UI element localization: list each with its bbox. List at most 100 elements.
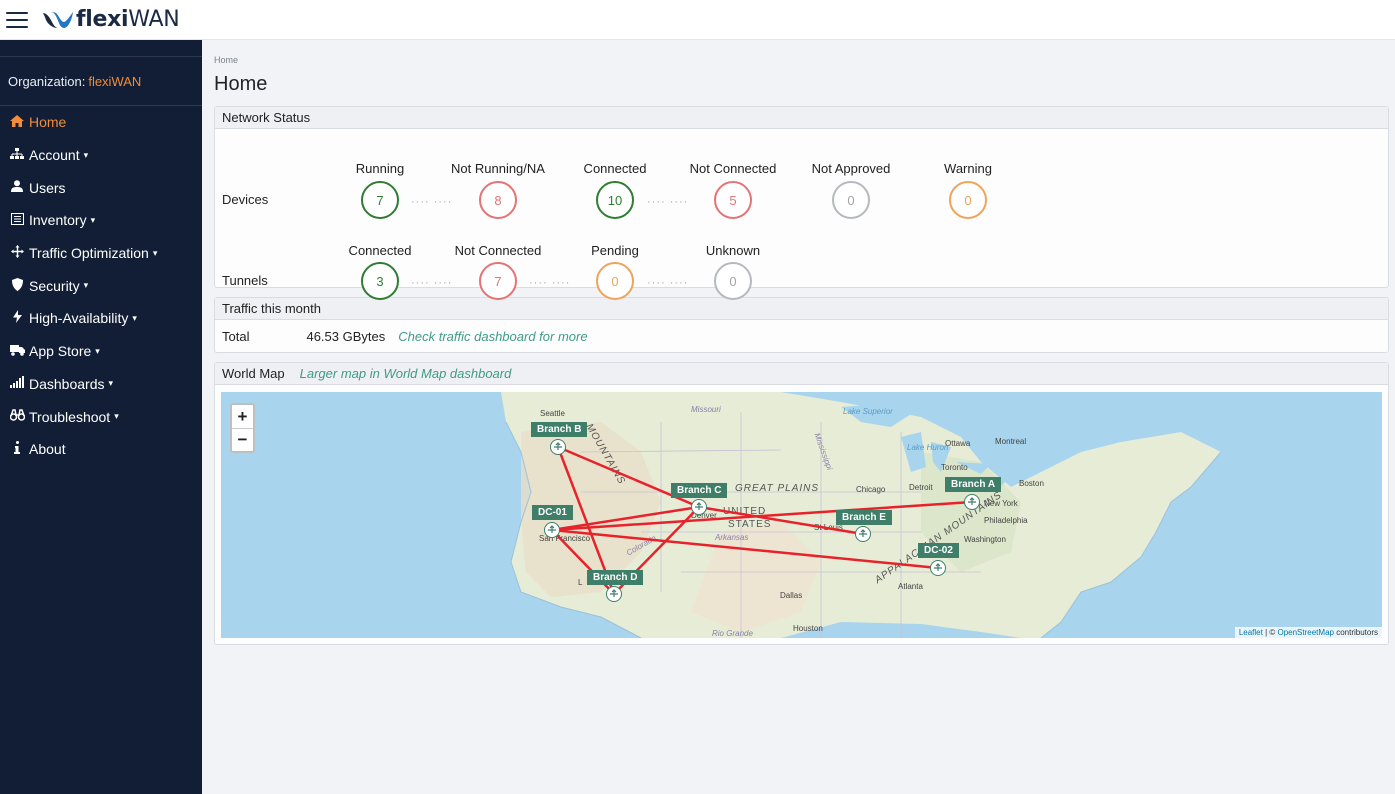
sidebar-item-troubleshoot[interactable]: Troubleshoot ▾ — [0, 400, 202, 433]
menu-toggle-icon[interactable] — [6, 11, 28, 28]
stat-label: Pending — [591, 243, 639, 258]
panel-title: Traffic this month — [222, 301, 321, 316]
sidebar-item-inventory[interactable]: Inventory ▾ — [0, 204, 202, 237]
sidebar-item-dashboards[interactable]: Dashboards ▾ — [0, 368, 202, 401]
sidebar-item-label: Home — [29, 114, 67, 131]
site-label-branch-d[interactable]: Branch D — [587, 570, 644, 585]
world-map[interactable]: Seattle Missouri Lake Superior Ottawa Mo… — [221, 392, 1382, 638]
leaflet-link[interactable]: Leaflet — [1239, 628, 1263, 637]
sidebar-item-about[interactable]: About — [0, 433, 202, 466]
top-bar: flexiWAN — [0, 0, 1395, 40]
sidebar-item-label: App Store — [29, 343, 92, 360]
connector-dots: ···· ···· — [411, 196, 453, 208]
binoculars-icon — [9, 409, 25, 424]
devices-not-running-count[interactable]: 8 — [479, 181, 517, 219]
site-label-branch-e[interactable]: Branch E — [836, 510, 892, 525]
brand-logo[interactable]: flexiWAN — [42, 7, 180, 32]
connector-dots: ···· ···· — [529, 277, 571, 289]
site-label-branch-b[interactable]: Branch B — [531, 422, 588, 437]
organization-label: Organization: — [8, 73, 86, 89]
devices-warning-count[interactable]: 0 — [949, 181, 987, 219]
sidebar: Organization: flexiWAN Home Account ▾ Use… — [0, 40, 202, 794]
devices-not-connected-count[interactable]: 5 — [714, 181, 752, 219]
sidebar-item-users[interactable]: Users — [0, 171, 202, 204]
flexiwan-logo-icon — [43, 11, 73, 28]
stat-label: Running — [355, 161, 405, 176]
sidebar-item-label: Account — [29, 147, 80, 164]
signal-icon — [9, 376, 25, 391]
router-marker-icon[interactable] — [930, 560, 946, 576]
truck-icon — [9, 344, 25, 359]
organization-selector[interactable]: Organization: flexiWAN — [0, 56, 202, 106]
tunnel-link — [551, 500, 973, 532]
attribution-separator: | © — [1262, 628, 1278, 637]
connector-dots: ···· ···· — [647, 277, 689, 289]
chevron-down-icon: ▾ — [90, 214, 96, 225]
zoom-out-button[interactable]: − — [232, 428, 253, 451]
sidebar-nav: Home Account ▾ Users Inventory ▾ Traffic O… — [0, 106, 202, 466]
map-zoom-control: + − — [230, 403, 255, 453]
tunnels-unknown-count[interactable]: 0 — [714, 262, 752, 300]
sidebar-item-label: Inventory — [29, 212, 87, 229]
sitemap-icon — [9, 147, 25, 163]
breadcrumb[interactable]: Home — [214, 55, 1389, 65]
router-marker-icon[interactable] — [691, 499, 707, 515]
sidebar-item-high-availability[interactable]: High-Availability ▾ — [0, 302, 202, 335]
network-status-header: Network Status — [215, 107, 1388, 129]
map-attribution: Leaflet | © OpenStreetMap contributors — [1234, 627, 1382, 638]
stat-label: Unknown — [705, 243, 761, 258]
tunnels-not-connected-count[interactable]: 7 — [479, 262, 517, 300]
sidebar-item-traffic-optimization[interactable]: Traffic Optimization ▾ — [0, 237, 202, 270]
connector-dots: ···· ···· — [411, 277, 453, 289]
sidebar-item-account[interactable]: Account ▾ — [0, 139, 202, 172]
traffic-total-label: Total — [222, 328, 250, 344]
zoom-in-button[interactable]: + — [232, 405, 253, 428]
tunnel-link — [551, 505, 700, 532]
sidebar-item-label: High-Availability — [29, 310, 129, 327]
tunnels-pending-count[interactable]: 0 — [596, 262, 634, 300]
chevron-down-icon: ▾ — [108, 378, 114, 389]
world-map-dashboard-link[interactable]: Larger map in World Map dashboard — [300, 366, 512, 381]
traffic-dashboard-link[interactable]: Check traffic dashboard for more — [398, 329, 587, 344]
site-label-dc-01[interactable]: DC-01 — [532, 505, 573, 520]
sidebar-item-security[interactable]: Security ▾ — [0, 269, 202, 302]
shield-icon — [9, 277, 25, 294]
stat-label: Not Connected — [454, 243, 542, 258]
traffic-total-value: 46.53 GBytes — [306, 328, 386, 344]
devices-label: Devices — [222, 192, 269, 207]
router-marker-icon[interactable] — [550, 439, 566, 455]
site-label-branch-a[interactable]: Branch A — [945, 477, 1002, 492]
panel-title: Network Status — [222, 110, 311, 125]
router-marker-icon[interactable] — [855, 526, 871, 542]
sidebar-item-app-store[interactable]: App Store ▾ — [0, 335, 202, 368]
devices-connected-count[interactable]: 10 — [596, 181, 634, 219]
tunnels-connected-count[interactable]: 3 — [361, 262, 399, 300]
sidebar-item-label: Traffic Optimization — [29, 245, 149, 262]
openstreetmap-link[interactable]: OpenStreetMap — [1277, 628, 1333, 637]
tunnel-links — [551, 445, 973, 595]
organization-name: flexiWAN — [88, 73, 142, 89]
main-content: Home Home Network Status Devices Tunnels… — [214, 40, 1389, 645]
devices-not-approved-count[interactable]: 0 — [832, 181, 870, 219]
list-icon — [9, 212, 25, 228]
traffic-panel: Traffic this month Total 46.53 GBytes Ch… — [214, 297, 1389, 353]
traffic-body: Total 46.53 GBytes Check traffic dashboa… — [215, 320, 1388, 352]
tunnels-label: Tunnels — [222, 273, 268, 288]
chevron-down-icon: ▾ — [114, 411, 119, 422]
router-marker-icon[interactable] — [606, 586, 622, 602]
chevron-down-icon: ▾ — [95, 345, 100, 356]
stat-label: Connected — [583, 161, 647, 176]
router-marker-icon[interactable] — [544, 522, 560, 538]
tunnel-link — [551, 528, 939, 570]
devices-running-count[interactable]: 7 — [361, 181, 399, 219]
sidebar-item-home[interactable]: Home — [0, 106, 202, 139]
arrows-icon — [9, 245, 25, 261]
tunnel-link — [557, 445, 700, 509]
stat-label: Warning — [944, 161, 992, 176]
chevron-down-icon: ▾ — [83, 280, 89, 291]
network-status-body: Devices Tunnels Running 7 ···· ···· Not … — [215, 129, 1388, 300]
site-label-branch-c[interactable]: Branch C — [671, 483, 728, 498]
home-icon — [9, 114, 25, 130]
router-marker-icon[interactable] — [964, 494, 980, 510]
site-label-dc-02[interactable]: DC-02 — [918, 543, 959, 558]
